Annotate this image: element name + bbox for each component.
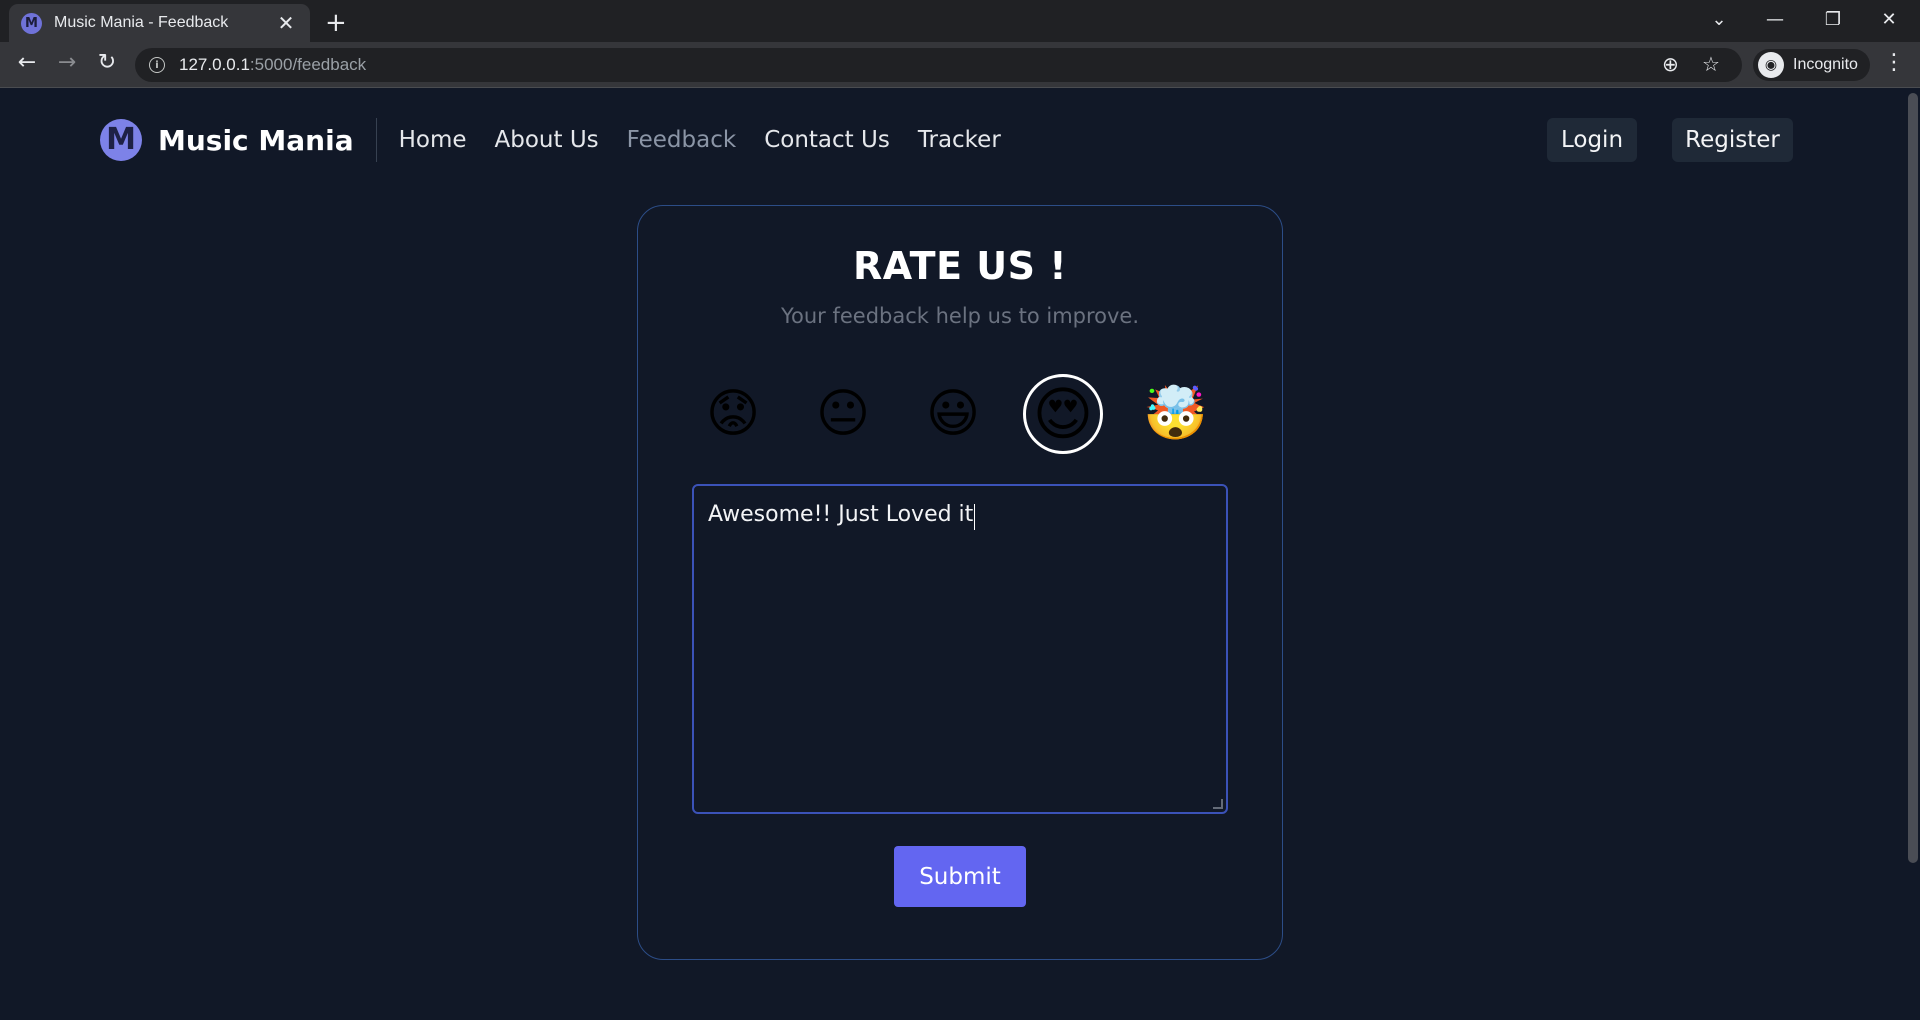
tab-search-icon[interactable]: ⌄ xyxy=(1696,5,1742,35)
submit-button[interactable]: Submit xyxy=(894,846,1026,907)
new-tab-button[interactable]: + xyxy=(325,8,347,38)
reload-icon[interactable]: ↻ xyxy=(91,50,123,75)
tab-close-icon[interactable]: ✕ xyxy=(274,11,298,35)
heart-eyes-face-icon[interactable]: 😍 xyxy=(1023,374,1103,454)
neutral-face-icon[interactable]: 😐 xyxy=(813,384,873,444)
nav-link-contact-us[interactable]: Contact Us xyxy=(764,127,890,153)
page-title: RATE US ! xyxy=(852,244,1068,288)
grinning-face-icon[interactable]: 😃 xyxy=(923,384,983,444)
nav-link-home[interactable]: Home xyxy=(399,127,467,153)
brand-name[interactable]: Music Mania xyxy=(158,124,354,157)
nav-link-feedback[interactable]: Feedback xyxy=(627,127,737,153)
register-button[interactable]: Register xyxy=(1672,118,1793,162)
tab-title: Music Mania - Feedback xyxy=(54,14,229,31)
browser-tab[interactable]: M Music Mania - Feedback ✕ xyxy=(9,4,310,42)
incognito-indicator[interactable]: ◉ Incognito xyxy=(1753,49,1870,81)
url-path: :5000/feedback xyxy=(249,55,367,74)
url-host: 127.0.0.1 xyxy=(179,55,250,74)
incognito-label: Incognito xyxy=(1793,56,1858,73)
back-icon[interactable]: ← xyxy=(11,50,43,75)
minimize-button[interactable]: — xyxy=(1752,5,1798,35)
incognito-icon: ◉ xyxy=(1758,52,1784,78)
resize-handle-icon[interactable] xyxy=(1213,799,1223,809)
browser-tab-strip: M Music Mania - Feedback ✕ + ⌄ — ❐ ✕ xyxy=(0,0,1920,42)
logo-letter: M xyxy=(106,122,136,157)
site-navbar: M Music Mania Home About Us Feedback Con… xyxy=(100,116,1800,164)
text-caret xyxy=(974,503,976,530)
login-button[interactable]: Login xyxy=(1547,118,1637,162)
page-subtitle: Your feedback help us to improve. xyxy=(780,304,1140,328)
nav-link-tracker[interactable]: Tracker xyxy=(918,127,1001,153)
page-content: M Music Mania Home About Us Feedback Con… xyxy=(0,89,1920,1020)
window-close-button[interactable]: ✕ xyxy=(1866,5,1912,35)
feedback-text-value: Awesome!! Just Loved it xyxy=(708,502,974,527)
zoom-icon[interactable]: ⊕ xyxy=(1662,52,1679,76)
worried-face-icon[interactable]: 😟 xyxy=(703,384,763,444)
browser-menu-icon[interactable]: ⋮ xyxy=(1883,50,1905,75)
browser-toolbar: ← → ↻ i 127.0.0.1:5000/feedback ⊕ ☆ ◉ In… xyxy=(0,42,1920,88)
site-favicon-icon: M xyxy=(21,12,42,34)
page-scrollbar[interactable] xyxy=(1908,93,1918,863)
restore-button[interactable]: ❐ xyxy=(1810,5,1856,35)
music-mania-logo-icon[interactable]: M xyxy=(100,119,142,161)
rating-emoji-row: 😟 😐 😃 😍 🤯 xyxy=(696,374,1226,454)
forward-icon[interactable]: → xyxy=(51,50,83,75)
exploding-head-icon[interactable]: 🤯 xyxy=(1143,384,1208,444)
nav-link-about-us[interactable]: About Us xyxy=(495,127,599,153)
feedback-card: RATE US ! Your feedback help us to impro… xyxy=(637,205,1283,960)
bookmark-star-icon[interactable]: ☆ xyxy=(1702,52,1720,76)
site-info-icon[interactable]: i xyxy=(149,57,165,73)
nav-divider xyxy=(375,118,377,162)
address-bar[interactable]: i 127.0.0.1:5000/feedback ⊕ ☆ xyxy=(135,48,1742,82)
feedback-textarea[interactable]: Awesome!! Just Loved it xyxy=(692,484,1228,814)
